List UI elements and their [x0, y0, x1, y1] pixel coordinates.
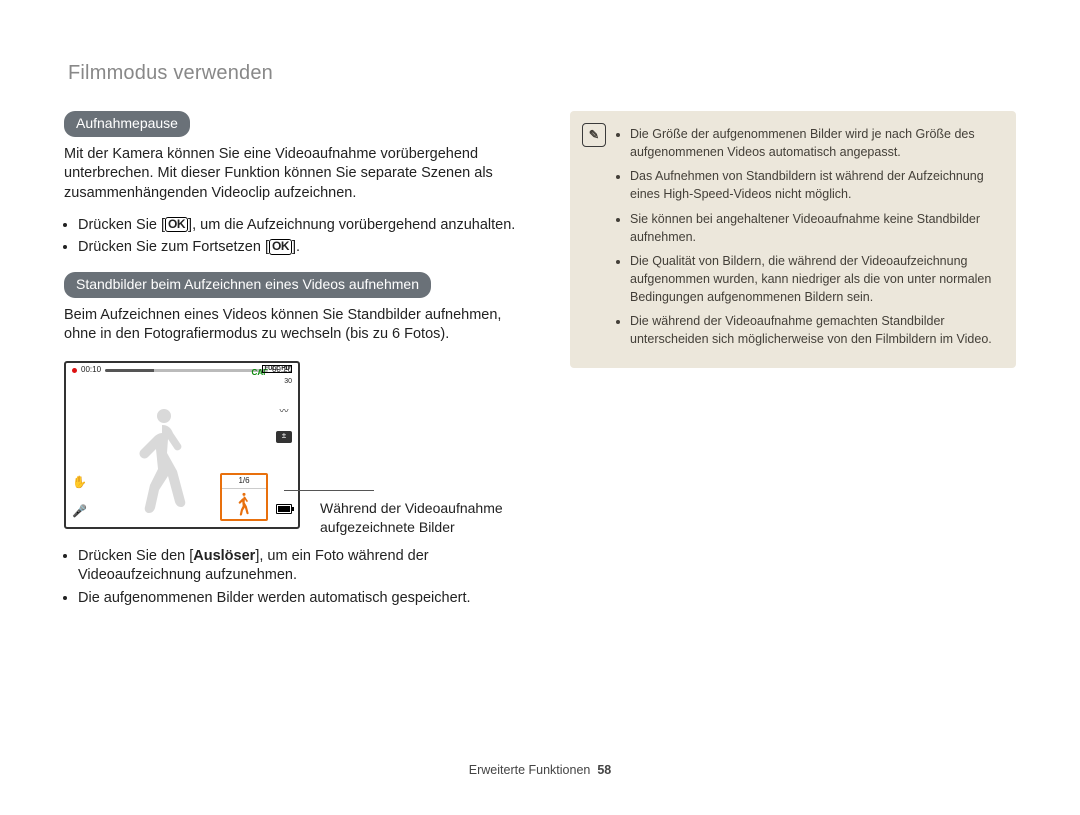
left-column: Aufnahmepause Mit der Kamera können Sie … [64, 111, 536, 622]
fps-indicator: 30 [284, 377, 292, 386]
captured-thumbnail: 1/6 [220, 473, 268, 521]
hand-icon: ✋ [72, 474, 87, 490]
content-columns: Aufnahmepause Mit der Kamera können Sie … [64, 111, 1016, 622]
shutter-label: Auslöser [193, 548, 255, 564]
note-box: ✎ Die Größe der aufgenommenen Bilder wir… [570, 111, 1016, 368]
thumbnail-counter: 1/6 [222, 475, 266, 489]
stills-bullets: Drücken Sie den [Auslöser], um ein Foto … [64, 547, 536, 609]
record-dot-icon [72, 368, 77, 373]
heading-pill-pause: Aufnahmepause [64, 111, 190, 137]
footer-section: Erweiterte Funktionen [469, 763, 591, 777]
heading-pill-stills: Standbilder beim Aufzeichnen eines Video… [64, 272, 431, 298]
record-elapsed: 00:10 [81, 365, 101, 376]
resolution-badge: FULL HD [262, 365, 292, 373]
figure-row: 00:10 00:20 CAF FULL HD 30 〰 ± ✋ 🎤 [64, 357, 536, 537]
camera-display: 00:10 00:20 CAF FULL HD 30 〰 ± ✋ 🎤 [64, 361, 300, 529]
page-number: 58 [597, 763, 611, 777]
note-item: Die während der Videoaufnahme gemachten … [630, 312, 1000, 348]
pause-bullet-1: Drücken Sie [OK], um die Aufzeichnung vo… [78, 216, 536, 236]
pause-intro: Mit der Kamera können Sie eine Videoaufn… [64, 145, 536, 204]
page-title: Filmmodus verwenden [68, 60, 1016, 87]
stabilizer-icon: 〰 [279, 405, 288, 417]
stills-bullet-2: Die aufgenommenen Bilder werden automati… [78, 589, 536, 609]
pause-bullet-2: Drücken Sie zum Fortsetzen [OK]. [78, 238, 536, 258]
manual-page: Filmmodus verwenden Aufnahmepause Mit de… [0, 0, 1080, 815]
mic-icon: 🎤 [72, 503, 87, 519]
pause-bullets: Drücken Sie [OK], um die Aufzeichnung vo… [64, 216, 536, 258]
page-footer: Erweiterte Funktionen 58 [0, 762, 1080, 779]
stills-intro: Beim Aufzeichnen eines Videos können Sie… [64, 306, 536, 345]
thumbnail-dancer-icon [235, 492, 253, 516]
camera-right-icons: 〰 ± [276, 405, 292, 443]
note-item: Die Qualität von Bildern, die während de… [630, 252, 1000, 306]
note-icon: ✎ [582, 123, 606, 147]
right-column: ✎ Die Größe der aufgenommenen Bilder wir… [570, 111, 1016, 622]
note-list: Die Größe der aufgenommenen Bilder wird … [616, 123, 1000, 354]
figure-caption: Während der Videoaufnahme aufgezeichnete… [320, 499, 520, 537]
note-item: Sie können bei angehaltener Videoaufnahm… [630, 210, 1000, 246]
dancer-silhouette-icon [124, 405, 204, 515]
ok-icon: OK [269, 239, 292, 255]
ok-icon: OK [165, 217, 188, 233]
stills-bullet-1: Drücken Sie den [Auslöser], um ein Foto … [78, 547, 536, 586]
battery-icon [276, 501, 292, 521]
camera-left-icons: ✋ 🎤 [72, 474, 87, 518]
callout-line [284, 490, 374, 491]
exposure-icon: ± [276, 431, 292, 443]
note-item: Die Größe der aufgenommenen Bilder wird … [630, 125, 1000, 161]
note-item: Das Aufnehmen von Standbildern ist währe… [630, 167, 1000, 203]
record-progress-bar [105, 369, 268, 372]
